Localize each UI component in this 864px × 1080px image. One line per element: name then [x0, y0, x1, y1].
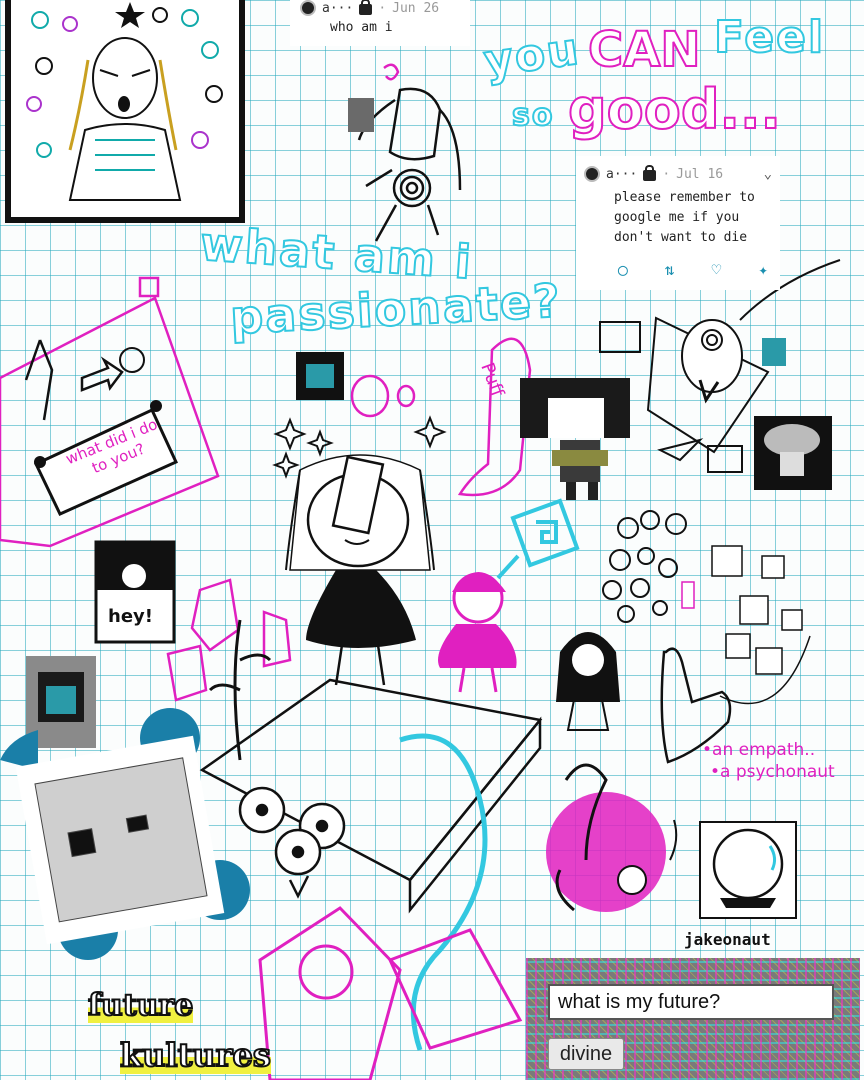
tweet-date[interactable]: Jun 26	[392, 1, 439, 16]
pink-girl-doodle	[438, 572, 517, 693]
hey-box	[94, 540, 176, 644]
hey-text: hey!	[108, 606, 153, 627]
cat-face-icon-2	[707, 445, 743, 473]
chevron-down-icon[interactable]: ⌄	[764, 166, 772, 182]
pixel-skull-block	[0, 708, 250, 960]
crystal-ball-avatar	[699, 821, 797, 919]
slogan-can: CAN	[587, 21, 702, 79]
kultures-text: kultures	[119, 1035, 272, 1075]
divine-button[interactable]: divine	[548, 1038, 624, 1070]
plant-doodle	[208, 619, 272, 761]
share-icon[interactable]: ✦	[758, 260, 768, 279]
astronaut-doodle	[357, 63, 462, 242]
avatar-icon[interactable]	[300, 0, 316, 16]
tweet-separator: ·	[378, 0, 387, 16]
cyan-spiral-square	[496, 498, 580, 580]
slogan-so: so	[511, 97, 555, 134]
pink-crystals	[166, 578, 292, 702]
lock-icon	[359, 0, 373, 15]
tweet-author[interactable]: a···	[606, 167, 637, 182]
tweet-card-2[interactable]: a··· · Jul 16 ⌄ please remember to googl…	[576, 156, 780, 290]
psychonaut-text: •a psychonaut	[710, 762, 835, 782]
small-girl-doodle	[556, 632, 620, 731]
retweet-icon[interactable]: ⇅	[665, 260, 675, 279]
avatar-icon[interactable]	[584, 166, 600, 182]
lock-icon	[643, 165, 657, 181]
cyan-ribbon	[399, 733, 488, 1051]
tweet-date[interactable]: Jul 16	[676, 167, 723, 182]
tweet-card-1[interactable]: a··· · Jun 26 who am i	[290, 0, 470, 46]
pixel-avatar-small	[348, 98, 374, 132]
girl-black-dress-doodle	[285, 454, 435, 686]
tweet-separator: ·	[662, 166, 671, 182]
profile-username[interactable]: jakeonaut	[684, 930, 771, 949]
like-icon[interactable]: ♡	[712, 260, 722, 279]
tweet-author[interactable]: a···	[322, 1, 353, 16]
pink-bottom-girl	[258, 906, 523, 1080]
pink-egg	[350, 374, 390, 418]
empath-text: •an empath..	[702, 740, 816, 760]
slogan-good: good...	[567, 77, 782, 142]
floating-squares	[681, 545, 803, 675]
flower-box	[199, 678, 543, 914]
banner-doodle	[0, 276, 220, 548]
pixel-girl	[520, 378, 630, 500]
future-text: future	[87, 987, 194, 1024]
slogan-feel: Feel	[713, 11, 826, 64]
future-question-input[interactable]	[548, 984, 834, 1020]
divine-panel: divine	[526, 958, 860, 1080]
pink-mushroom-blob	[546, 763, 678, 912]
portrait-frame	[5, 0, 245, 223]
cat-face-icon	[599, 321, 641, 353]
bubble-cluster	[602, 510, 687, 623]
tweet-text: who am i	[330, 20, 393, 35]
tweet-text: please remember to google me if you don'…	[614, 190, 755, 245]
pixel-avatar-tiny	[762, 338, 786, 366]
reply-icon[interactable]: ◯	[618, 260, 628, 279]
